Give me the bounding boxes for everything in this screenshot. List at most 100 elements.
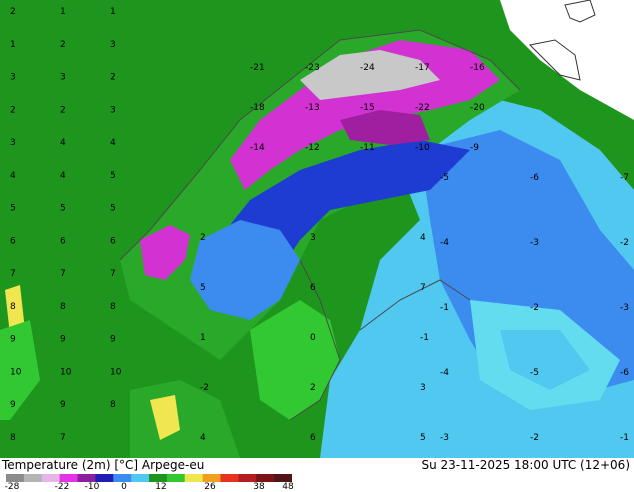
colorbar-tick-label: -10 [84,482,100,492]
temperature-value: 7 [420,283,426,293]
temperature-value: 10 [110,368,122,378]
temperature-value: -18 [250,103,265,113]
temperature-value: -2 [620,238,629,248]
colorbar-segment [166,474,186,482]
temperature-value: 6 [10,236,16,246]
temperature-value: 3 [110,40,116,50]
colorbar-segment [149,474,168,482]
valid-time: Su 23-11-2025 18:00 UTC (12+06) [421,458,630,472]
temperature-value: 2 [10,105,16,115]
temperature-value: -12 [305,143,320,153]
temperature-value: 10 [60,368,72,378]
colorbar-tick-label: 38 [253,482,265,492]
temperature-value: 4 [200,433,206,443]
colorbar-tick-label: 48 [282,482,294,492]
colorbar-tick-label: 0 [121,482,127,492]
colorbar-segment [184,474,204,482]
temperature-value: 7 [10,269,16,279]
temperature-value: -1 [440,303,449,313]
temperature-value: -1 [620,433,629,443]
temperature-value: -6 [620,368,629,378]
footer-bar: Temperature (2m) [°C] Arpege-eu Su 23-11… [0,458,634,492]
temperature-value: -21 [250,63,265,73]
temperature-value: 5 [420,433,426,443]
colorbar-segment [256,474,275,482]
colorbar-segment [41,474,61,482]
temperature-value: -2 [530,433,539,443]
temperature-value: 8 [10,302,16,312]
temperature-value: 7 [110,269,116,279]
temperature-value: 2 [200,233,206,243]
temperature-value: 4 [60,138,66,148]
temperature-value: 0 [310,333,316,343]
temperature-value: 9 [60,400,66,410]
temperature-value: -11 [360,143,375,153]
temperature-value: -16 [470,63,485,73]
temperature-value: 1 [60,7,66,17]
temperature-value: -15 [360,103,375,113]
temperature-value: 2 [310,383,316,393]
temperature-value: 1 [110,7,116,17]
temperature-value: -6 [530,173,539,183]
temperature-value: -17 [415,63,430,73]
temperature-value: 5 [110,171,116,181]
colorbar-segment [220,474,239,482]
temperature-value: 5 [10,204,16,214]
temperature-map: 2 1 1 1 2 3 3 3 2 2 2 3 3 4 4 4 4 5 5 5 5 6 6 6 7 7 7 8 8 8 9 9 9 10 10 10 9… [0,0,634,458]
temperature-value: 4 [110,138,116,148]
colorbar-segment [77,474,96,482]
temperature-value: 6 [110,236,116,246]
temperature-value: 6 [310,433,316,443]
temperature-value: 10 [10,368,22,378]
temperature-value: 9 [60,335,66,345]
colorbar-segment [202,474,221,482]
temperature-value: -4 [440,368,449,378]
colorbar [6,474,292,482]
colorbar-tick-label: 12 [155,482,167,492]
colorbar-tick-label: -28 [4,482,20,492]
temperature-value: -5 [440,173,449,183]
temperature-value: 4 [10,171,16,181]
colorbar-segment [59,474,78,482]
temperature-value: -9 [470,143,479,153]
temperature-value: -7 [620,173,629,183]
temperature-value: -24 [360,63,375,73]
colorbar-segment [6,474,25,482]
temperature-value: 9 [110,335,116,345]
temperature-value: -3 [620,303,629,313]
temperature-value: 8 [110,400,116,410]
colorbar-segment [131,474,150,482]
temperature-value: -22 [415,103,430,113]
temperature-value: 8 [110,302,116,312]
colorbar-segment [23,474,43,482]
map-canvas: 2 1 11 2 33 3 22 2 33 4 44 4 55 5 56 6 67 7 78 8 89 9 910 10 109… [0,0,634,458]
temperature-value: -1 [420,333,429,343]
temperature-value: 1 [10,40,16,50]
temperature-value: -14 [250,143,265,153]
temperature-value: 2 [60,105,66,115]
temperature-value: 9 [10,335,16,345]
temperature-value: 7 [60,433,66,443]
colorbar-segment [238,474,257,482]
temperature-value: -2 [200,383,209,393]
temperature-value: 8 [10,433,16,443]
temperature-value: 5 [200,283,206,293]
temperature-value: -4 [440,238,449,248]
temperature-value: 4 [60,171,66,181]
colorbar-tick-label: -22 [54,482,70,492]
map-title: Temperature (2m) [°C] Arpege-eu [2,458,205,472]
temperature-value: -5 [530,368,539,378]
temperature-value: -3 [440,433,449,443]
temperature-value: -10 [415,143,430,153]
colorbar-segment [274,474,292,482]
temperature-value: 2 [60,40,66,50]
temperature-value: 9 [10,400,16,410]
temperature-value: 2 [10,7,16,17]
temperature-value: 1 [200,333,206,343]
temperature-value: -20 [470,103,485,113]
temperature-value: -23 [305,63,320,73]
temperature-value: 3 [420,383,426,393]
temperature-value: 3 [310,233,316,243]
temperature-value: -2 [530,303,539,313]
temperature-value: 6 [310,283,316,293]
